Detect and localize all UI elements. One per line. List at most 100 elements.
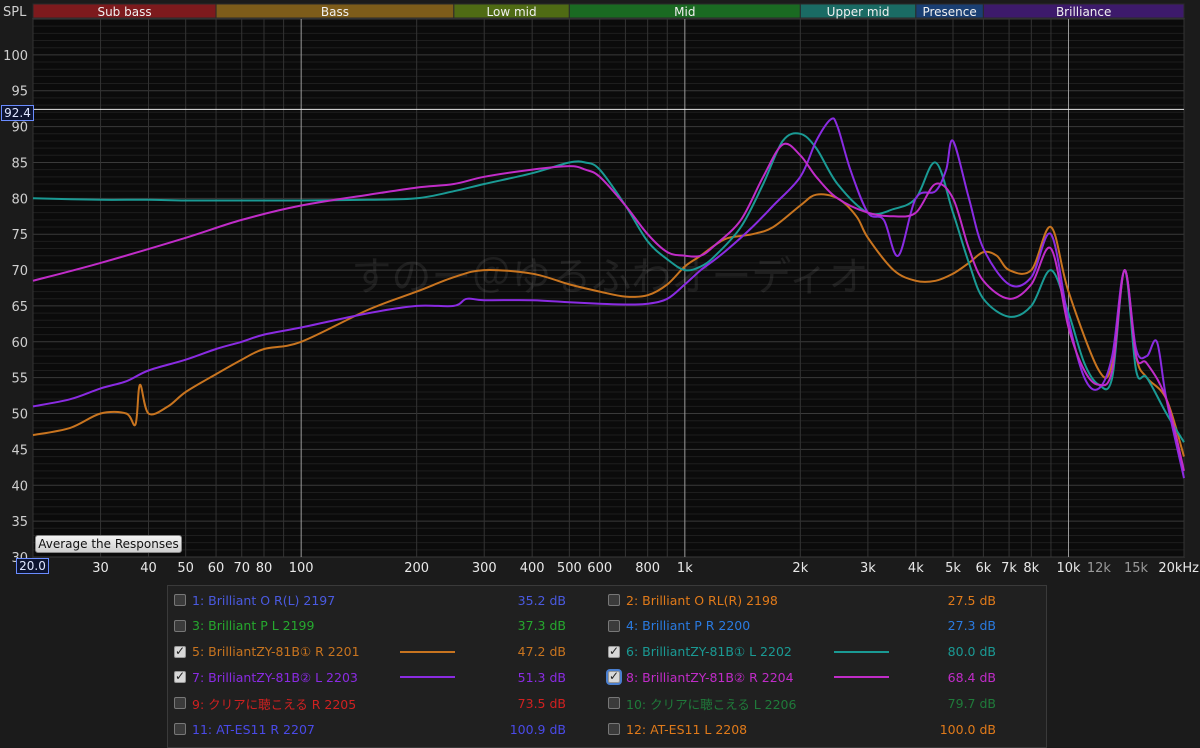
x-tick-label: 3k [860,561,876,576]
y-tick-label: 90 [11,121,28,136]
band-label: Mid [674,5,695,19]
spl-readout[interactable]: 92.4 [1,105,34,121]
legend-db-value: 37.3 dB [517,618,566,634]
legend-item-5[interactable]: 5: BrilliantZY-81B① R 2201 47.2 dB [174,642,566,662]
legend-item-4[interactable]: 4: Brilliant P R 2200 27.3 dB [608,616,996,636]
frequency-readout[interactable]: 20.0 [16,558,49,574]
legend-label: 9: クリアに聴こえる R 2205 [192,696,357,712]
legend-item-8[interactable]: 8: BrilliantZY-81B② R 2204 68.4 dB [608,667,996,687]
legend-db-value: 73.5 dB [517,695,566,711]
x-tick-label: 500 [557,561,582,576]
measurement-legend: 1: Brilliant O R(L) 2197 35.2 dB 2: Brilli… [167,585,1047,748]
band-label: Brilliance [1056,5,1111,19]
x-tick-label: 6k [975,561,991,576]
y-tick-label: 60 [11,336,28,351]
legend-checkbox[interactable] [174,594,186,606]
legend-db-value: 47.2 dB [517,644,566,660]
y-tick-label: 80 [11,192,28,207]
legend-checkbox[interactable] [174,669,186,684]
x-tick-label: 300 [472,561,497,576]
x-tick-label: 50 [177,561,194,576]
legend-checkbox[interactable] [608,619,620,632]
band-label: Presence [922,5,976,19]
legend-checkbox[interactable] [174,697,186,710]
y-tick-label: 45 [11,443,28,458]
legend-item-3[interactable]: 3: Brilliant P L 2199 37.3 dB [174,616,566,636]
x-tick-label: 5k [945,561,961,576]
legend-label: 11: AT-ES11 R 2207 [192,721,315,737]
legend-checkbox[interactable] [608,697,620,710]
y-tick-label: 40 [11,479,28,494]
x-tick-label: 200 [404,561,429,576]
x-tick-label: 20kHz [1158,561,1199,576]
legend-db-value: 100.0 dB [939,721,996,737]
x-tick-label: 10k [1056,561,1081,576]
legend-db-value: 51.3 dB [517,669,566,685]
legend-label: 12: AT-ES11 L 2208 [626,721,748,737]
x-tick-label: 800 [635,561,660,576]
rew-window: Sub bass Bass Low mid Mid Upper mid Presence B… [0,0,1200,748]
legend-swatch-line [400,650,455,653]
y-tick-label: 65 [11,300,28,315]
legend-label: 6: BrilliantZY-81B① L 2202 [626,644,792,660]
legend-swatch-line [834,676,889,679]
legend-checkbox[interactable] [174,723,186,735]
legend-label: 8: BrilliantZY-81B② R 2204 [626,669,794,685]
band-label: Bass [321,5,349,19]
legend-checkbox[interactable] [174,619,186,632]
legend-label: 10: クリアに聴こえる L 2206 [626,696,797,712]
y-axis-title: SPL [3,5,27,20]
x-tick-label: 100 [289,561,314,576]
frequency-response-chart[interactable]: Sub bass Bass Low mid Mid Upper mid Presence B… [0,0,1200,585]
x-tick-label: 15k [1124,561,1149,576]
x-axis: 30 40 50 60 70 80 100 200 300 400 500 600 800 1k 2k 3k 4… [92,561,1199,576]
legend-swatch-line [834,650,889,653]
legend-swatch-line [400,676,455,679]
legend-item-11[interactable]: 11: AT-ES11 R 2207 100.9 dB [174,719,566,739]
y-tick-label: 95 [11,85,28,100]
frequency-band-bar: Sub bass Bass Low mid Mid Upper mid Presence B… [32,3,1185,19]
band-label: Upper mid [827,5,890,19]
legend-label: 5: BrilliantZY-81B① R 2201 [192,644,360,660]
x-tick-label: 4k [908,561,924,576]
x-tick-label: 70 [233,561,250,576]
legend-item-9[interactable]: 9: クリアに聴こえる R 2205 73.5 dB [174,693,566,713]
legend-checkbox[interactable] [608,669,620,684]
legend-item-12[interactable]: 12: AT-ES11 L 2208 100.0 dB [608,719,996,739]
legend-checkbox[interactable] [608,594,620,606]
legend-item-6[interactable]: 6: BrilliantZY-81B① L 2202 80.0 dB [608,642,996,662]
legend-item-1[interactable]: 1: Brilliant O R(L) 2197 35.2 dB [174,590,566,610]
legend-item-7[interactable]: 7: BrilliantZY-81B② L 2203 51.3 dB [174,667,566,687]
legend-db-value: 27.5 dB [947,592,996,608]
legend-label: 4: Brilliant P R 2200 [626,618,751,634]
y-tick-label: 85 [11,156,28,171]
legend-label: 7: BrilliantZY-81B② L 2203 [192,669,358,685]
legend-item-10[interactable]: 10: クリアに聴こえる L 2206 79.7 dB [608,693,996,713]
x-tick-label: 7k [1001,561,1017,576]
legend-db-value: 27.3 dB [947,618,996,634]
legend-checkbox[interactable] [174,644,186,658]
y-tick-label: 55 [11,372,28,387]
legend-item-2[interactable]: 2: Brilliant O RL(R) 2198 27.5 dB [608,590,996,610]
legend-db-value: 80.0 dB [947,644,996,660]
x-tick-label: 30 [92,561,109,576]
y-tick-label: 70 [11,264,28,279]
x-tick-label: 60 [208,561,225,576]
legend-checkbox[interactable] [608,644,620,658]
x-tick-label: 80 [256,561,273,576]
legend-db-value: 100.9 dB [509,721,566,737]
y-tick-label: 35 [11,515,28,530]
average-responses-button[interactable]: Average the Responses [35,535,182,553]
x-tick-label: 12k [1087,561,1112,576]
y-tick-label: 50 [11,408,28,423]
legend-label: 1: Brilliant O R(L) 2197 [192,592,336,608]
legend-label: 3: Brilliant P L 2199 [192,618,315,634]
band-label: Low mid [487,5,537,19]
legend-label: 2: Brilliant O RL(R) 2198 [626,592,778,608]
legend-db-value: 79.7 dB [947,695,996,711]
band-label: Sub bass [97,5,151,19]
x-tick-label: 40 [140,561,157,576]
legend-checkbox[interactable] [608,723,620,735]
legend-db-value: 35.2 dB [517,592,566,608]
x-tick-label: 2k [792,561,808,576]
